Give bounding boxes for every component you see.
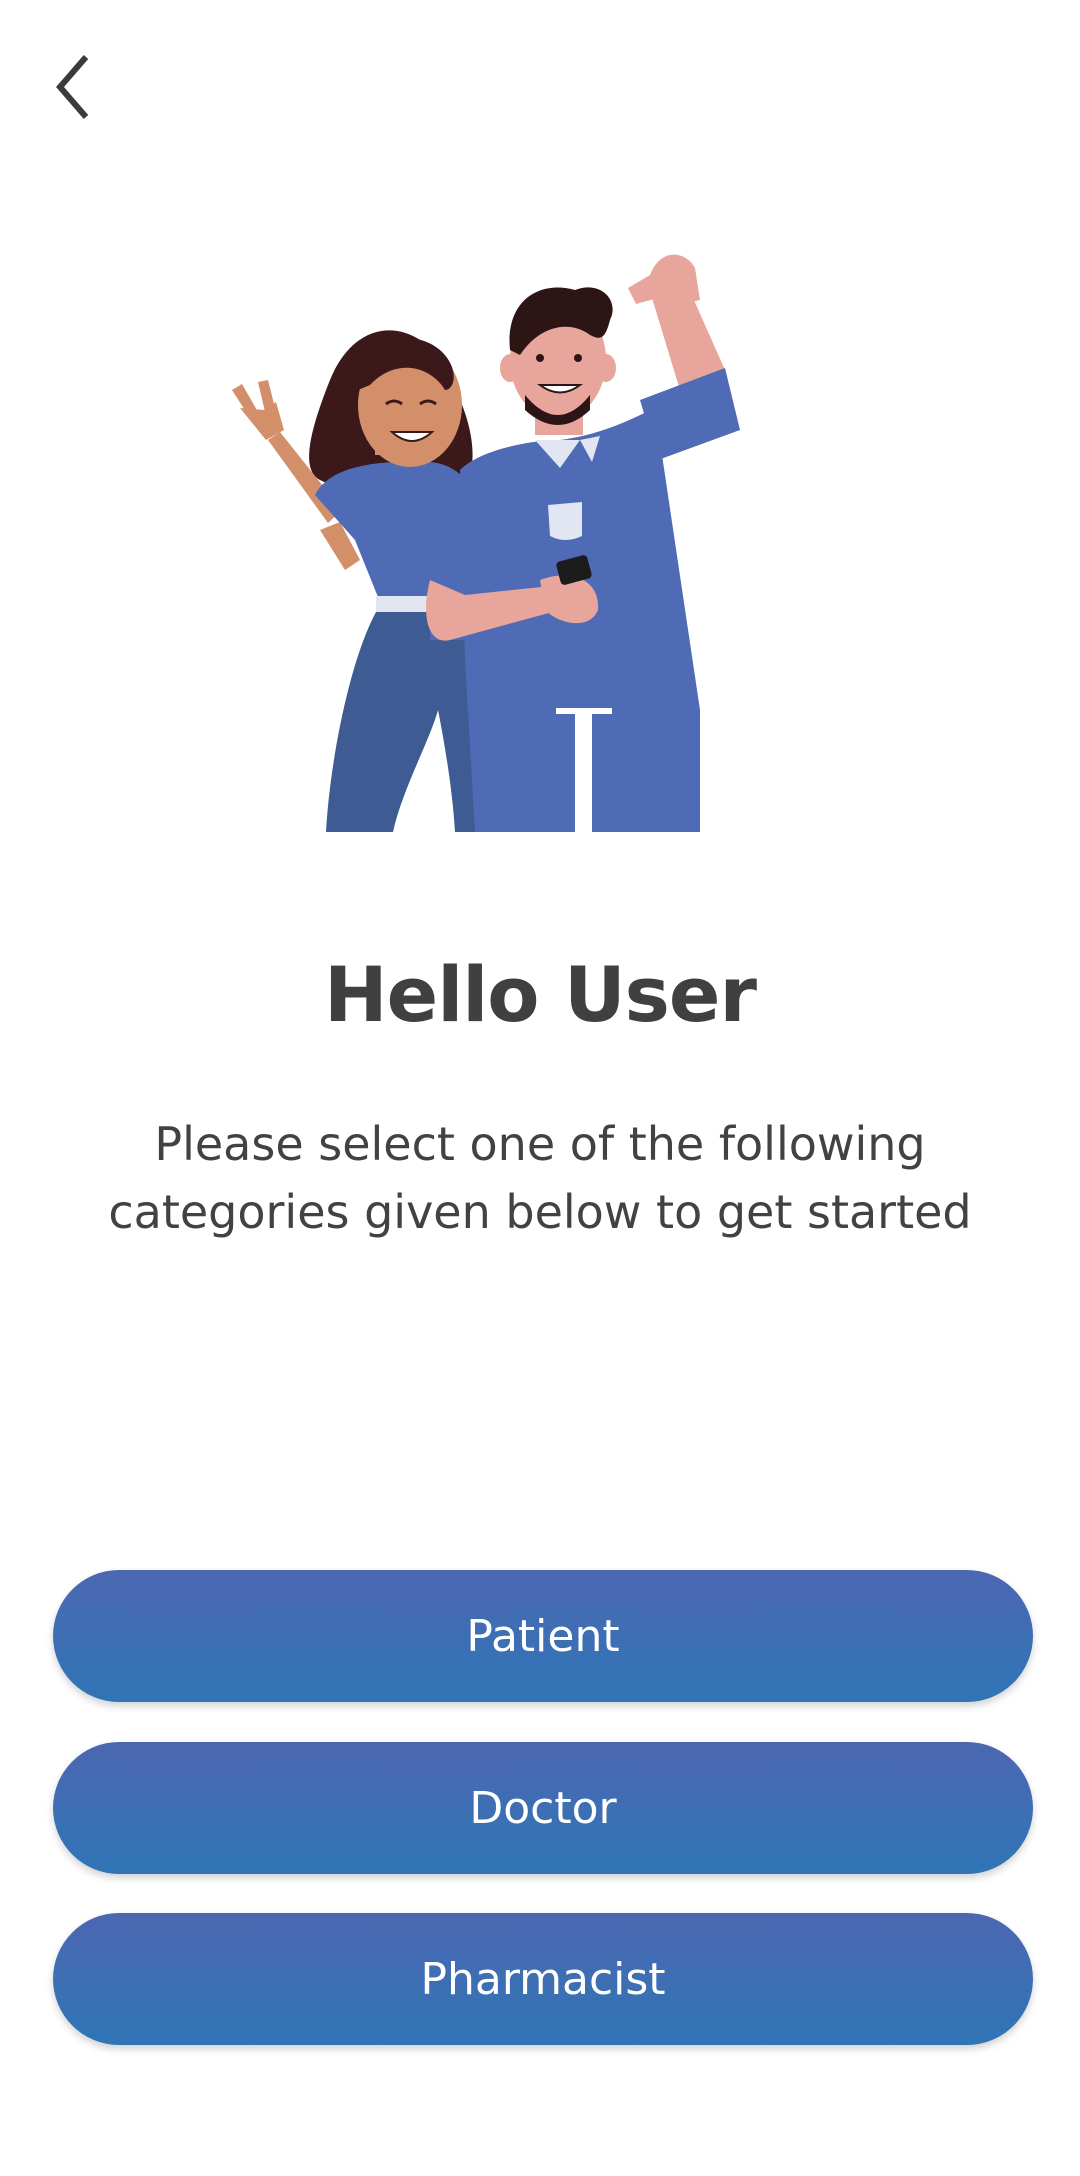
page-title: Hello User: [324, 950, 757, 1039]
page-subtitle: Please select one of the following categ…: [108, 1117, 972, 1239]
pharmacist-button[interactable]: Pharmacist: [53, 1913, 1033, 2045]
back-button[interactable]: [40, 40, 110, 130]
chevron-left-icon: [56, 55, 89, 119]
hero-illustration: [180, 240, 820, 840]
doctor-button[interactable]: Doctor: [53, 1742, 1033, 1874]
patient-button[interactable]: Patient: [53, 1570, 1033, 1702]
